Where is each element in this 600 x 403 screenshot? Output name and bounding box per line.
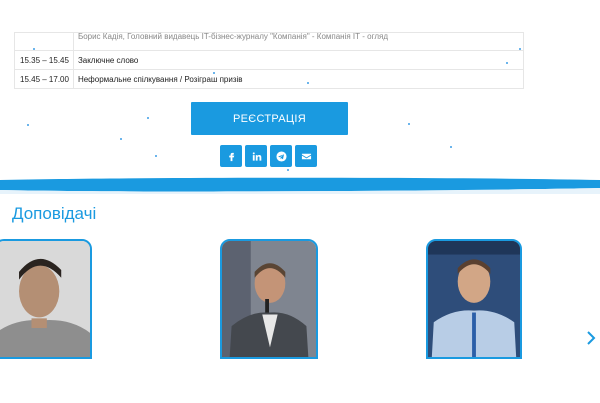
decor-dot xyxy=(450,146,452,148)
speaker-photo-image xyxy=(222,241,316,357)
chevron-right-icon[interactable] xyxy=(585,330,597,346)
facebook-button[interactable] xyxy=(220,145,242,167)
table-row: 15.45 – 17.00 Неформальне спілкування / … xyxy=(14,69,525,89)
decor-dot xyxy=(147,117,149,119)
linkedin-icon xyxy=(252,151,261,161)
schedule-time: 15.45 – 17.00 xyxy=(14,69,74,89)
schedule-item: Борис Кадія, Головний видавець IT-бізнес… xyxy=(72,32,525,51)
schedule-table: Борис Кадія, Головний видавець IT-бізнес… xyxy=(14,32,525,89)
schedule-item: Заключне слово xyxy=(72,50,525,70)
schedule-item: Неформальне спілкування / Розіграш призі… xyxy=(72,69,525,89)
decor-dot xyxy=(408,123,410,125)
table-row: Борис Кадія, Головний видавець IT-бізнес… xyxy=(14,32,525,51)
schedule-time: 15.35 – 15.45 xyxy=(14,50,74,70)
decor-dot xyxy=(27,124,29,126)
decor-dot xyxy=(287,169,289,171)
facebook-icon xyxy=(228,152,234,161)
speaker-photo-image xyxy=(0,241,90,357)
linkedin-button[interactable] xyxy=(245,145,267,167)
email-icon xyxy=(301,153,311,159)
decor-dot xyxy=(120,138,122,140)
telegram-button[interactable] xyxy=(270,145,292,167)
decor-dot xyxy=(155,155,157,157)
speaker-photo[interactable] xyxy=(426,239,522,359)
schedule-time xyxy=(14,32,74,51)
register-button[interactable]: РЕЄСТРАЦІЯ xyxy=(191,102,348,135)
table-row: 15.35 – 15.45 Заключне слово xyxy=(14,50,525,70)
speaker-photo-image xyxy=(428,241,520,357)
social-share-bar xyxy=(220,145,317,167)
speakers-section-title: Доповідачі xyxy=(12,204,97,223)
section-divider-wave xyxy=(0,177,600,194)
email-button[interactable] xyxy=(295,145,317,167)
telegram-icon xyxy=(275,150,287,162)
speaker-photo[interactable] xyxy=(220,239,318,359)
speaker-photo[interactable] xyxy=(0,239,92,359)
